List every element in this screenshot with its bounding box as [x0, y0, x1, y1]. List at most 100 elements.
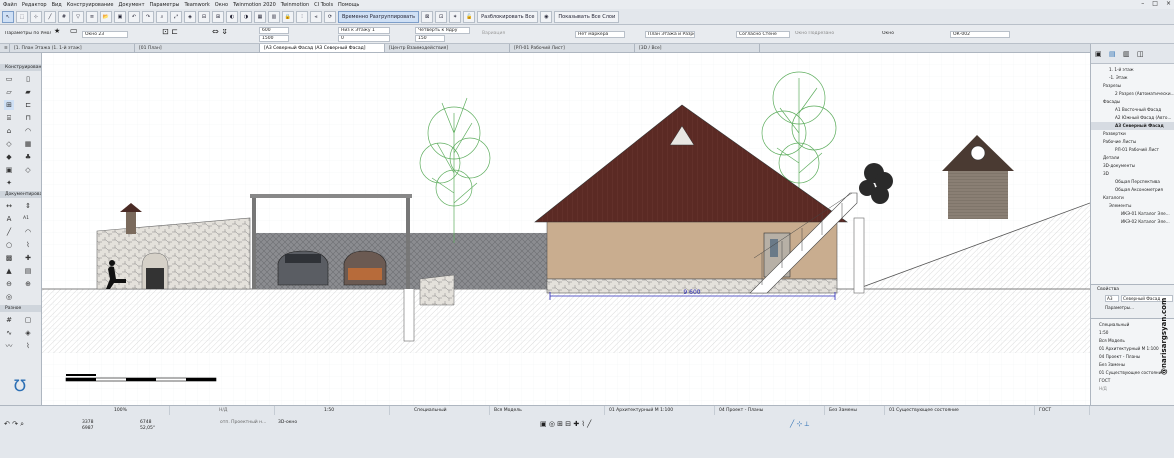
- marker-select[interactable]: Нет маркера: [575, 31, 625, 38]
- snap-tools-icon[interactable]: ▣ ◎ ⊞ ⊟ ✚ ⌇ ╱: [540, 420, 591, 428]
- stair-icon[interactable]: ⌸: [4, 113, 14, 123]
- offset-field[interactable]: 150: [415, 35, 445, 42]
- fill-icon[interactable]: ▩: [4, 253, 14, 263]
- object-icon[interactable]: ♣: [23, 152, 33, 162]
- nav-item-3d[interactable]: 3D: [1091, 170, 1174, 178]
- nav-item-east-elevation[interactable]: А1 Восточный Фасад: [1091, 106, 1174, 114]
- menu-ci-tools[interactable]: CI Tools: [314, 2, 333, 8]
- toolbox-document-header[interactable]: Документирование: [0, 191, 41, 198]
- geometry-icon[interactable]: ⊡ ⊏: [160, 29, 190, 36]
- quick-option-nd[interactable]: Н/Д: [1099, 386, 1107, 391]
- quick-option-state[interactable]: 01 Существующее состояние: [1099, 370, 1164, 375]
- text-icon[interactable]: A: [4, 214, 14, 224]
- layer-combo-select[interactable]: 01 Архитектурный М 1:100: [605, 406, 715, 415]
- tab-plan-01[interactable]: [01 План]: [135, 44, 260, 52]
- view-3d-icon[interactable]: ◈: [184, 10, 196, 23]
- nav-item-3d-documents[interactable]: 3D-документы: [1091, 162, 1174, 170]
- quick-option-arch[interactable]: 01 Архитектурный М 1:100: [1099, 346, 1159, 351]
- nav-item-schedule-02[interactable]: ИКЭ-02 Каталог Эле...: [1091, 218, 1174, 226]
- guide-icon[interactable]: ╱: [44, 10, 56, 23]
- line-icon[interactable]: ╱: [4, 227, 14, 237]
- nav-item-details[interactable]: Детали: [1091, 154, 1174, 162]
- guide-lines-icon[interactable]: ╱ ⊹ ⟂: [790, 420, 809, 429]
- railing-icon[interactable]: ⊓: [23, 113, 33, 123]
- nav-item-axonometry[interactable]: Общая Аксонометрия: [1091, 186, 1174, 194]
- settings-button[interactable]: Параметры...: [1105, 305, 1134, 310]
- grid-tool-icon[interactable]: #: [4, 315, 14, 325]
- gravity-icon[interactable]: ▽: [72, 10, 84, 23]
- close-icon[interactable]: ×: [1166, 0, 1171, 7]
- unlock-icon[interactable]: 🔓: [463, 10, 476, 23]
- layer-eye-icon[interactable]: ◉: [540, 10, 553, 23]
- menu-help[interactable]: Помощь: [338, 2, 359, 8]
- anchor-icon[interactable]: ⇔ ⇕: [210, 29, 240, 36]
- shell-icon[interactable]: ◠: [23, 126, 33, 136]
- menu-document[interactable]: Документ: [119, 2, 145, 8]
- nav-item-elements[interactable]: Элементы: [1091, 202, 1174, 210]
- maximize-icon[interactable]: □: [1152, 0, 1158, 7]
- wave-icon[interactable]: 〰: [4, 341, 14, 351]
- open-icon[interactable]: 📂: [100, 10, 112, 23]
- menu-edit[interactable]: Редактор: [22, 2, 47, 8]
- tab-worksheet[interactable]: [РЛ-01 Рабочий Лист]: [510, 44, 635, 52]
- label-icon[interactable]: A1: [23, 214, 41, 224]
- explode-icon[interactable]: ✶: [449, 10, 462, 23]
- model-view-select[interactable]: Вся Модель: [490, 406, 605, 415]
- arc-icon[interactable]: ◠: [23, 227, 33, 237]
- nav-item-section-2[interactable]: 2 Разрез (Автоматически...: [1091, 90, 1174, 98]
- arrow-tool-icon[interactable]: ↖: [2, 10, 14, 23]
- marquee-icon[interactable]: ⬚: [16, 10, 28, 23]
- nav-item-floor-minus-1[interactable]: -1. Этаж: [1091, 74, 1174, 82]
- toolbox-various-header[interactable]: Разное: [0, 305, 41, 312]
- menu-teamwork[interactable]: Teamwork: [184, 2, 209, 8]
- zone-icon[interactable]: ▣: [4, 165, 14, 175]
- quick-option-scale[interactable]: 1:50: [1099, 330, 1108, 335]
- distribute-icon[interactable]: ⫷: [310, 10, 322, 23]
- polyline-icon[interactable]: ⌇: [23, 240, 33, 250]
- curtain-wall-icon[interactable]: ▦: [23, 139, 33, 149]
- nav-item-worksheets[interactable]: Рабочие Листы: [1091, 138, 1174, 146]
- quick-option-replace[interactable]: Без Замены: [1099, 362, 1125, 367]
- door-icon[interactable]: ⊏: [23, 100, 33, 110]
- tab-3d-all[interactable]: [3D / Все]: [635, 44, 760, 52]
- tab-floor-plan[interactable]: [1. План Этажа (1. 1-й этаж]: [10, 44, 135, 52]
- default-params-label[interactable]: Параметры по Умолчанию: [3, 31, 51, 38]
- worksheet-icon[interactable]: ◎: [4, 292, 14, 302]
- align-icon[interactable]: ⫶: [296, 10, 308, 23]
- show-all-layers-button[interactable]: Показывать Все Слои: [554, 10, 620, 23]
- group-icon[interactable]: ▦: [254, 10, 266, 23]
- view-map-icon[interactable]: ▤: [1109, 50, 1116, 58]
- quarter-core-select[interactable]: Четверть к Ядру: [415, 27, 470, 34]
- zoom-icon[interactable]: ⌕: [156, 10, 168, 23]
- nav-item-schedules[interactable]: Каталоги: [1091, 194, 1174, 202]
- plan-combo-select[interactable]: 04 Проект - Планы: [715, 406, 825, 415]
- camera-icon[interactable]: ▢: [23, 315, 33, 325]
- circle-icon[interactable]: ○: [4, 240, 14, 250]
- grid-icon[interactable]: #: [58, 10, 70, 23]
- ungroup-icon[interactable]: ▥: [268, 10, 280, 23]
- nav-item-south-elevation[interactable]: А2 Южный Фасад (Авто...: [1091, 114, 1174, 122]
- minimize-icon[interactable]: –: [1141, 0, 1144, 7]
- project-map-icon[interactable]: ▣: [1095, 50, 1102, 58]
- menu-options[interactable]: Параметры: [150, 2, 180, 8]
- skylight-icon[interactable]: ◇: [4, 139, 14, 149]
- nav-item-interior-elevations[interactable]: Развертки: [1091, 130, 1174, 138]
- zoom-select[interactable]: 100%: [110, 406, 170, 415]
- lamp-icon[interactable]: ✦: [4, 178, 14, 188]
- morph-icon[interactable]: ◆: [4, 152, 14, 162]
- layers-icon[interactable]: ≡: [86, 10, 98, 23]
- spline-icon[interactable]: ∿: [4, 328, 14, 338]
- render-icon[interactable]: ◐: [226, 10, 238, 23]
- unblock-all-button[interactable]: Разблокировать Все: [477, 10, 539, 23]
- section-icon[interactable]: ⊟: [198, 10, 210, 23]
- section-tool-icon[interactable]: ⊖: [4, 279, 14, 289]
- height-bottom-field[interactable]: 1500: [259, 35, 289, 42]
- slab-icon[interactable]: ▰: [23, 87, 33, 97]
- publisher-icon[interactable]: ◫: [1137, 50, 1144, 58]
- fit-icon[interactable]: ⤢: [170, 10, 182, 23]
- roof-maker-icon[interactable]: ⌇: [23, 341, 33, 351]
- mesh-icon[interactable]: ◇: [23, 165, 33, 175]
- menu-file[interactable]: Файл: [3, 2, 17, 8]
- nav-item-worksheet-01[interactable]: РЛ-01 Рабочий Лист: [1091, 146, 1174, 154]
- id-field[interactable]: ОК-002: [950, 31, 1010, 38]
